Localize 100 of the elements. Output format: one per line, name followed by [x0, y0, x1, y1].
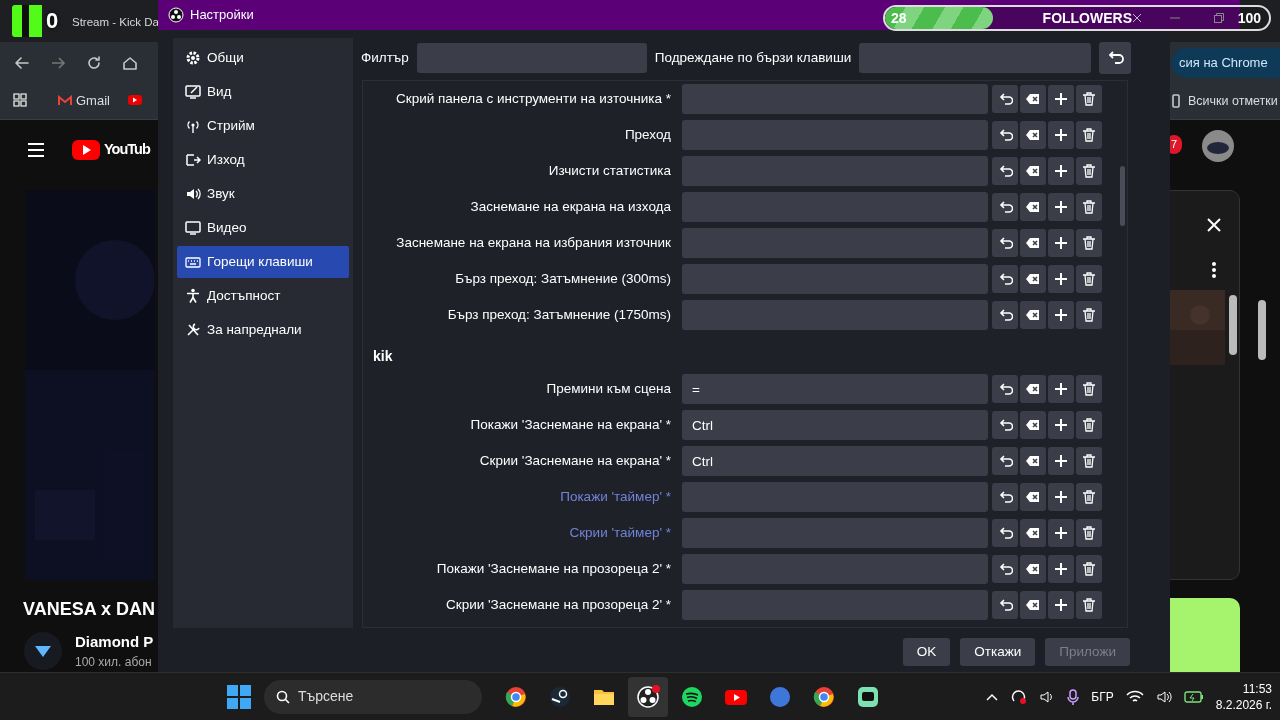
- wifi-icon[interactable]: [1125, 690, 1144, 704]
- filter-field[interactable]: [416, 43, 647, 73]
- hotkey-field[interactable]: [682, 84, 988, 114]
- delete-button[interactable]: [1076, 85, 1102, 113]
- revert-button[interactable]: [992, 85, 1018, 113]
- revert-button[interactable]: [992, 121, 1018, 149]
- hotkey-field[interactable]: [682, 482, 988, 512]
- clear-button[interactable]: [1020, 375, 1046, 403]
- revert-button[interactable]: [992, 483, 1018, 511]
- add-button[interactable]: [1048, 555, 1074, 583]
- profile-button[interactable]: сия на Chrome: [1171, 48, 1280, 78]
- delete-button[interactable]: [1076, 483, 1102, 511]
- clear-button[interactable]: [1020, 555, 1046, 583]
- sidebar-item[interactable]: За напреднали: [177, 314, 349, 346]
- back-icon[interactable]: [14, 55, 30, 71]
- delete-button[interactable]: [1076, 229, 1102, 257]
- sidebar-item[interactable]: Горещи клавиши: [177, 246, 349, 278]
- close-icon[interactable]: [1132, 13, 1142, 23]
- sidebar-item[interactable]: Видео: [177, 212, 349, 244]
- music-icon[interactable]: [680, 684, 704, 709]
- chevron-up-icon[interactable]: [985, 692, 1000, 702]
- dialog-button[interactable]: OK: [902, 638, 951, 666]
- chat-app-icon[interactable]: [856, 684, 880, 709]
- delete-button[interactable]: [1076, 157, 1102, 185]
- site-logo[interactable]: YouTub: [72, 139, 150, 161]
- revert-button[interactable]: [992, 265, 1018, 293]
- revert-button[interactable]: [992, 591, 1018, 619]
- delete-button[interactable]: [1076, 301, 1102, 329]
- reload-icon[interactable]: [86, 55, 102, 71]
- delete-button[interactable]: [1076, 265, 1102, 293]
- sync-icon[interactable]: [1011, 689, 1028, 705]
- add-button[interactable]: [1048, 375, 1074, 403]
- bookmarks-link[interactable]: Всички отметки: [1172, 92, 1278, 111]
- revert-button[interactable]: [992, 375, 1018, 403]
- apps-grid-icon[interactable]: [13, 93, 27, 107]
- delete-button[interactable]: [1076, 591, 1102, 619]
- hotkey-field[interactable]: Ctrl: [682, 446, 988, 476]
- clear-button[interactable]: [1020, 265, 1046, 293]
- add-button[interactable]: [1048, 265, 1074, 293]
- add-button[interactable]: [1048, 591, 1074, 619]
- search-field[interactable]: Търсене: [264, 679, 482, 714]
- hotkey-field[interactable]: [682, 264, 988, 294]
- hotkey-field[interactable]: [682, 518, 988, 548]
- sidebar-item[interactable]: Общи: [177, 42, 349, 74]
- sidebar-item[interactable]: Изход: [177, 144, 349, 176]
- delete-button[interactable]: [1076, 519, 1102, 547]
- sidebar-item[interactable]: Достъпност: [177, 280, 349, 312]
- browser-icon[interactable]: [504, 684, 528, 709]
- channel-avatar[interactable]: [24, 632, 62, 670]
- clear-button[interactable]: [1020, 157, 1046, 185]
- clear-button[interactable]: [1020, 411, 1046, 439]
- delete-button[interactable]: [1076, 555, 1102, 583]
- hotkey-field[interactable]: Ctrl: [682, 410, 988, 440]
- clear-button[interactable]: [1020, 519, 1046, 547]
- hotkey-field[interactable]: [682, 300, 988, 330]
- delete-button[interactable]: [1076, 447, 1102, 475]
- hotkey-field[interactable]: [682, 120, 988, 150]
- revert-button[interactable]: [992, 301, 1018, 329]
- add-button[interactable]: [1048, 411, 1074, 439]
- add-button[interactable]: [1048, 447, 1074, 475]
- hotkey-filter-field[interactable]: [859, 43, 1092, 73]
- revert-button[interactable]: [992, 157, 1018, 185]
- hotkey-field[interactable]: [682, 192, 988, 222]
- hotkey-field[interactable]: =: [682, 374, 988, 404]
- sidebar-item[interactable]: Стрийм: [177, 110, 349, 142]
- clear-button[interactable]: [1020, 591, 1046, 619]
- clear-button[interactable]: [1020, 121, 1046, 149]
- home-icon[interactable]: [122, 55, 138, 71]
- tab-title[interactable]: Stream - Kick Da: [72, 14, 159, 32]
- hotkey-field[interactable]: [682, 590, 988, 620]
- add-button[interactable]: [1048, 121, 1074, 149]
- revert-button[interactable]: [992, 519, 1018, 547]
- revert-button[interactable]: [992, 411, 1018, 439]
- video-icon[interactable]: [128, 95, 142, 105]
- design-app-icon[interactable]: [768, 684, 792, 709]
- video-title[interactable]: VANESA x DAN: [23, 596, 156, 623]
- delete-button[interactable]: [1076, 375, 1102, 403]
- revert-button[interactable]: [992, 555, 1018, 583]
- browser-icon[interactable]: [812, 684, 836, 709]
- hotkey-field[interactable]: [682, 554, 988, 584]
- delete-button[interactable]: [1076, 121, 1102, 149]
- delete-button[interactable]: [1076, 193, 1102, 221]
- microphone-icon[interactable]: [1067, 689, 1080, 705]
- add-button[interactable]: [1048, 519, 1074, 547]
- clear-button[interactable]: [1020, 229, 1046, 257]
- clear-button[interactable]: [1020, 85, 1046, 113]
- revert-button[interactable]: [992, 229, 1018, 257]
- volume-icon[interactable]: [1155, 689, 1172, 705]
- reset-button[interactable]: [1099, 42, 1132, 74]
- add-button[interactable]: [1048, 229, 1074, 257]
- revert-button[interactable]: [992, 447, 1018, 475]
- dialog-button[interactable]: Откажи: [960, 638, 1036, 666]
- add-button[interactable]: [1048, 301, 1074, 329]
- restore-icon[interactable]: [1214, 13, 1224, 23]
- add-button[interactable]: [1048, 483, 1074, 511]
- menu-icon[interactable]: [27, 143, 45, 157]
- add-button[interactable]: [1048, 85, 1074, 113]
- user-avatar[interactable]: [1202, 130, 1234, 162]
- game-store-icon[interactable]: [548, 684, 572, 709]
- add-button[interactable]: [1048, 193, 1074, 221]
